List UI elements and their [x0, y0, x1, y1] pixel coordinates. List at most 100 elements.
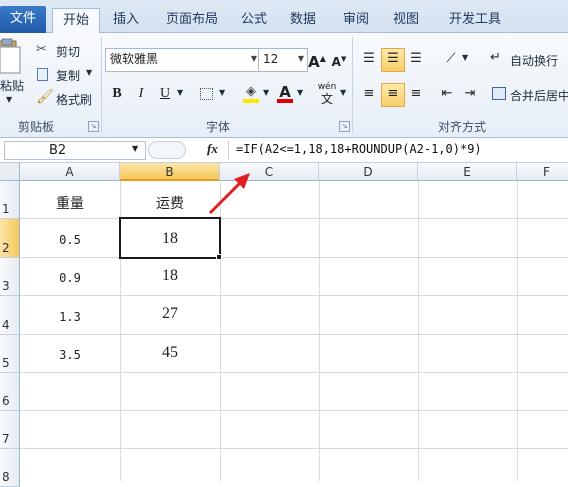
- row-header-3[interactable]: 3: [0, 258, 20, 296]
- paste-button[interactable]: 粘贴: [0, 37, 30, 93]
- underline-button[interactable]: U: [154, 83, 176, 105]
- fill-color-button[interactable]: ◈: [240, 81, 262, 103]
- group-divider: [352, 37, 353, 133]
- chevron-down-icon: ▼: [250, 54, 257, 63]
- orientation-button[interactable]: ⟋: [440, 48, 462, 70]
- copy-label: 复制: [56, 69, 81, 83]
- tab-view[interactable]: 视图: [388, 8, 424, 33]
- align-right-button[interactable]: ≡: [405, 83, 427, 105]
- align-left-icon: ≡: [363, 86, 375, 101]
- row-header-2[interactable]: 2: [0, 219, 20, 258]
- wrap-text-button[interactable]: ↵ 自动换行: [490, 48, 568, 70]
- tab-developer[interactable]: 开发工具: [440, 8, 510, 33]
- column-header-e[interactable]: E: [418, 163, 517, 181]
- tab-home[interactable]: 开始: [52, 8, 100, 35]
- column-header-d[interactable]: D: [319, 163, 418, 181]
- phonetic-dropdown-icon[interactable]: ▼: [340, 88, 346, 97]
- fill-handle[interactable]: [216, 254, 222, 260]
- align-center-button[interactable]: ≡: [381, 83, 405, 107]
- cell-a3[interactable]: 0.9: [20, 271, 120, 285]
- row-header-7[interactable]: 7: [0, 411, 20, 449]
- cell-a2[interactable]: 0.5: [20, 233, 120, 247]
- row-header-8[interactable]: 8: [0, 449, 20, 487]
- active-cell-border: [119, 217, 221, 259]
- decrease-indent-button[interactable]: ⇤: [436, 83, 458, 105]
- cell-b5[interactable]: 45: [120, 344, 220, 362]
- cell-b3[interactable]: 18: [120, 267, 220, 285]
- cut-button[interactable]: ✂ 剪切: [36, 42, 96, 60]
- shrink-font-button[interactable]: A▼: [328, 48, 350, 70]
- increase-indent-button[interactable]: ⇥: [459, 83, 481, 105]
- alignment-group-label: 对齐方式: [437, 120, 486, 134]
- row-header-5[interactable]: 5: [0, 335, 20, 373]
- paste-label: 粘贴: [0, 79, 25, 93]
- format-painter-button[interactable]: 🖌 格式刷: [36, 89, 96, 108]
- select-all-corner[interactable]: [0, 163, 20, 181]
- tab-data[interactable]: 数据: [285, 8, 321, 33]
- font-launcher-icon[interactable]: ↘: [339, 121, 350, 132]
- merge-center-button[interactable]: 合并后居中: [490, 83, 568, 105]
- borders-button[interactable]: [196, 83, 218, 105]
- font-family-select[interactable]: 微软雅黑 ▼: [105, 48, 261, 72]
- increase-indent-icon: ⇥: [464, 86, 476, 101]
- tab-page-layout[interactable]: 页面布局: [157, 8, 227, 33]
- insert-function-icon[interactable]: fx: [207, 141, 218, 157]
- column-header-a[interactable]: A: [20, 163, 120, 181]
- gridline: [20, 257, 568, 258]
- copy-dropdown-icon[interactable]: ▼: [86, 68, 92, 77]
- italic-button[interactable]: I: [130, 83, 152, 105]
- align-center-icon: ≡: [387, 86, 399, 101]
- gridline: [20, 410, 568, 411]
- formula-bar-splitter[interactable]: [148, 141, 186, 159]
- merge-cells-icon: [492, 87, 506, 100]
- grow-font-button[interactable]: A▲: [306, 48, 328, 71]
- font-size-value: 12: [263, 52, 279, 66]
- wrap-text-label: 自动换行: [510, 54, 559, 68]
- clipboard-launcher-icon[interactable]: ↘: [88, 121, 99, 132]
- gridline: [20, 218, 568, 219]
- tab-insert[interactable]: 插入: [106, 8, 146, 33]
- align-bottom-button[interactable]: ☰: [405, 48, 427, 70]
- name-box[interactable]: B2: [4, 141, 146, 160]
- cell-b4[interactable]: 27: [120, 305, 220, 323]
- borders-dropdown-icon[interactable]: ▼: [219, 88, 225, 97]
- underline-dropdown-icon[interactable]: ▼: [177, 88, 183, 97]
- cell-a5[interactable]: 3.5: [20, 348, 120, 362]
- wrap-text-icon: ↵: [490, 50, 501, 65]
- font-size-select[interactable]: 12 ▼: [258, 48, 308, 72]
- align-middle-icon: ☰: [387, 51, 399, 66]
- phonetic-button[interactable]: wén 文: [316, 81, 338, 105]
- orientation-dropdown-icon[interactable]: ▼: [462, 53, 468, 62]
- tab-review[interactable]: 审阅: [338, 8, 374, 33]
- worksheet-grid[interactable]: A B C D E F 1 2 3 4 5 6 7 8 重量 运费 0.5 18…: [0, 163, 568, 487]
- formula-bar: B2 ▼ fx =IF(A2<=1,18,18+ROUNDUP(A2-1,0)*…: [0, 139, 568, 163]
- tab-file[interactable]: 文件: [0, 6, 46, 33]
- row-header-1[interactable]: 1: [0, 181, 20, 219]
- formula-input[interactable]: =IF(A2<=1,18,18+ROUNDUP(A2-1,0)*9): [236, 142, 482, 156]
- fill-dropdown-icon[interactable]: ▼: [263, 88, 269, 97]
- name-box-dropdown-icon[interactable]: ▼: [132, 144, 138, 153]
- formula-divider: [228, 141, 229, 160]
- bold-button[interactable]: B: [106, 83, 128, 105]
- paste-dropdown-icon[interactable]: ▼: [6, 95, 12, 104]
- gridline: [20, 295, 568, 296]
- font-color-dropdown-icon[interactable]: ▼: [297, 88, 303, 97]
- cell-a1[interactable]: 重量: [20, 193, 120, 213]
- gridline: [20, 334, 568, 335]
- scissors-icon: ✂: [36, 42, 47, 57]
- ribbon-home: 粘贴 ▼ ✂ 剪切 复制 ▼ 🖌 格式刷 剪贴板 ↘ 微软雅黑 ▼ 12 ▼ A…: [0, 33, 568, 138]
- cut-label: 剪切: [56, 45, 81, 59]
- align-top-icon: ☰: [363, 51, 375, 66]
- borders-icon: [200, 88, 213, 100]
- align-left-button[interactable]: ≡: [358, 83, 380, 105]
- align-middle-button[interactable]: ☰: [381, 48, 405, 72]
- row-header-6[interactable]: 6: [0, 373, 20, 411]
- column-header-f[interactable]: F: [517, 163, 568, 181]
- font-color-button[interactable]: A: [274, 81, 296, 103]
- align-top-button[interactable]: ☰: [358, 48, 380, 70]
- row-header-4[interactable]: 4: [0, 296, 20, 335]
- tab-formulas[interactable]: 公式: [236, 8, 272, 33]
- copy-button[interactable]: 复制 ▼: [36, 66, 96, 84]
- cell-a4[interactable]: 1.3: [20, 310, 120, 324]
- copy-icon: [37, 68, 48, 81]
